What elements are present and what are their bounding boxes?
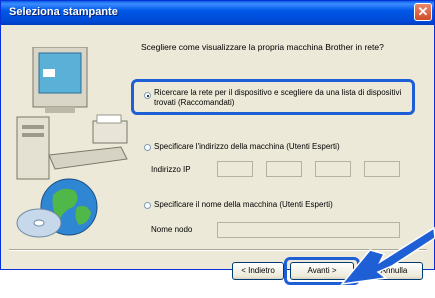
ip-octet-1-input[interactable] [217,161,253,177]
question-text: Scegliere come visualizzare la propria m… [141,42,384,52]
printer-icon [92,120,128,144]
ip-octet-2-input[interactable] [266,161,302,177]
radio-specify-address[interactable] [144,144,151,151]
node-name-label: Nome nodo [151,225,193,234]
radio-specify-name[interactable] [144,202,151,209]
ip-octet-3-input[interactable] [315,161,351,177]
keyboard-icon [48,146,128,170]
option-search-network-label[interactable]: Ricercare la rete per il dispositivo e s… [154,88,401,108]
option-specify-name-label[interactable]: Specificare il nome della macchina (Uten… [154,200,333,210]
window-title: Seleziona stampante [9,6,118,18]
pointer-arrow-icon [340,226,435,286]
close-icon: ✕ [417,4,429,19]
ip-address-label: Indirizzo IP [151,165,191,174]
computer-globe-illustration [16,47,128,238]
title-bar[interactable]: Seleziona stampante ✕ [1,1,434,25]
radio-search-network[interactable] [144,92,151,99]
close-button[interactable]: ✕ [414,3,432,21]
back-button[interactable]: < Indietro [232,262,284,280]
ip-octet-4-input[interactable] [364,161,400,177]
option-specify-address-label[interactable]: Specificare l'indirizzo della macchina (… [154,142,340,152]
